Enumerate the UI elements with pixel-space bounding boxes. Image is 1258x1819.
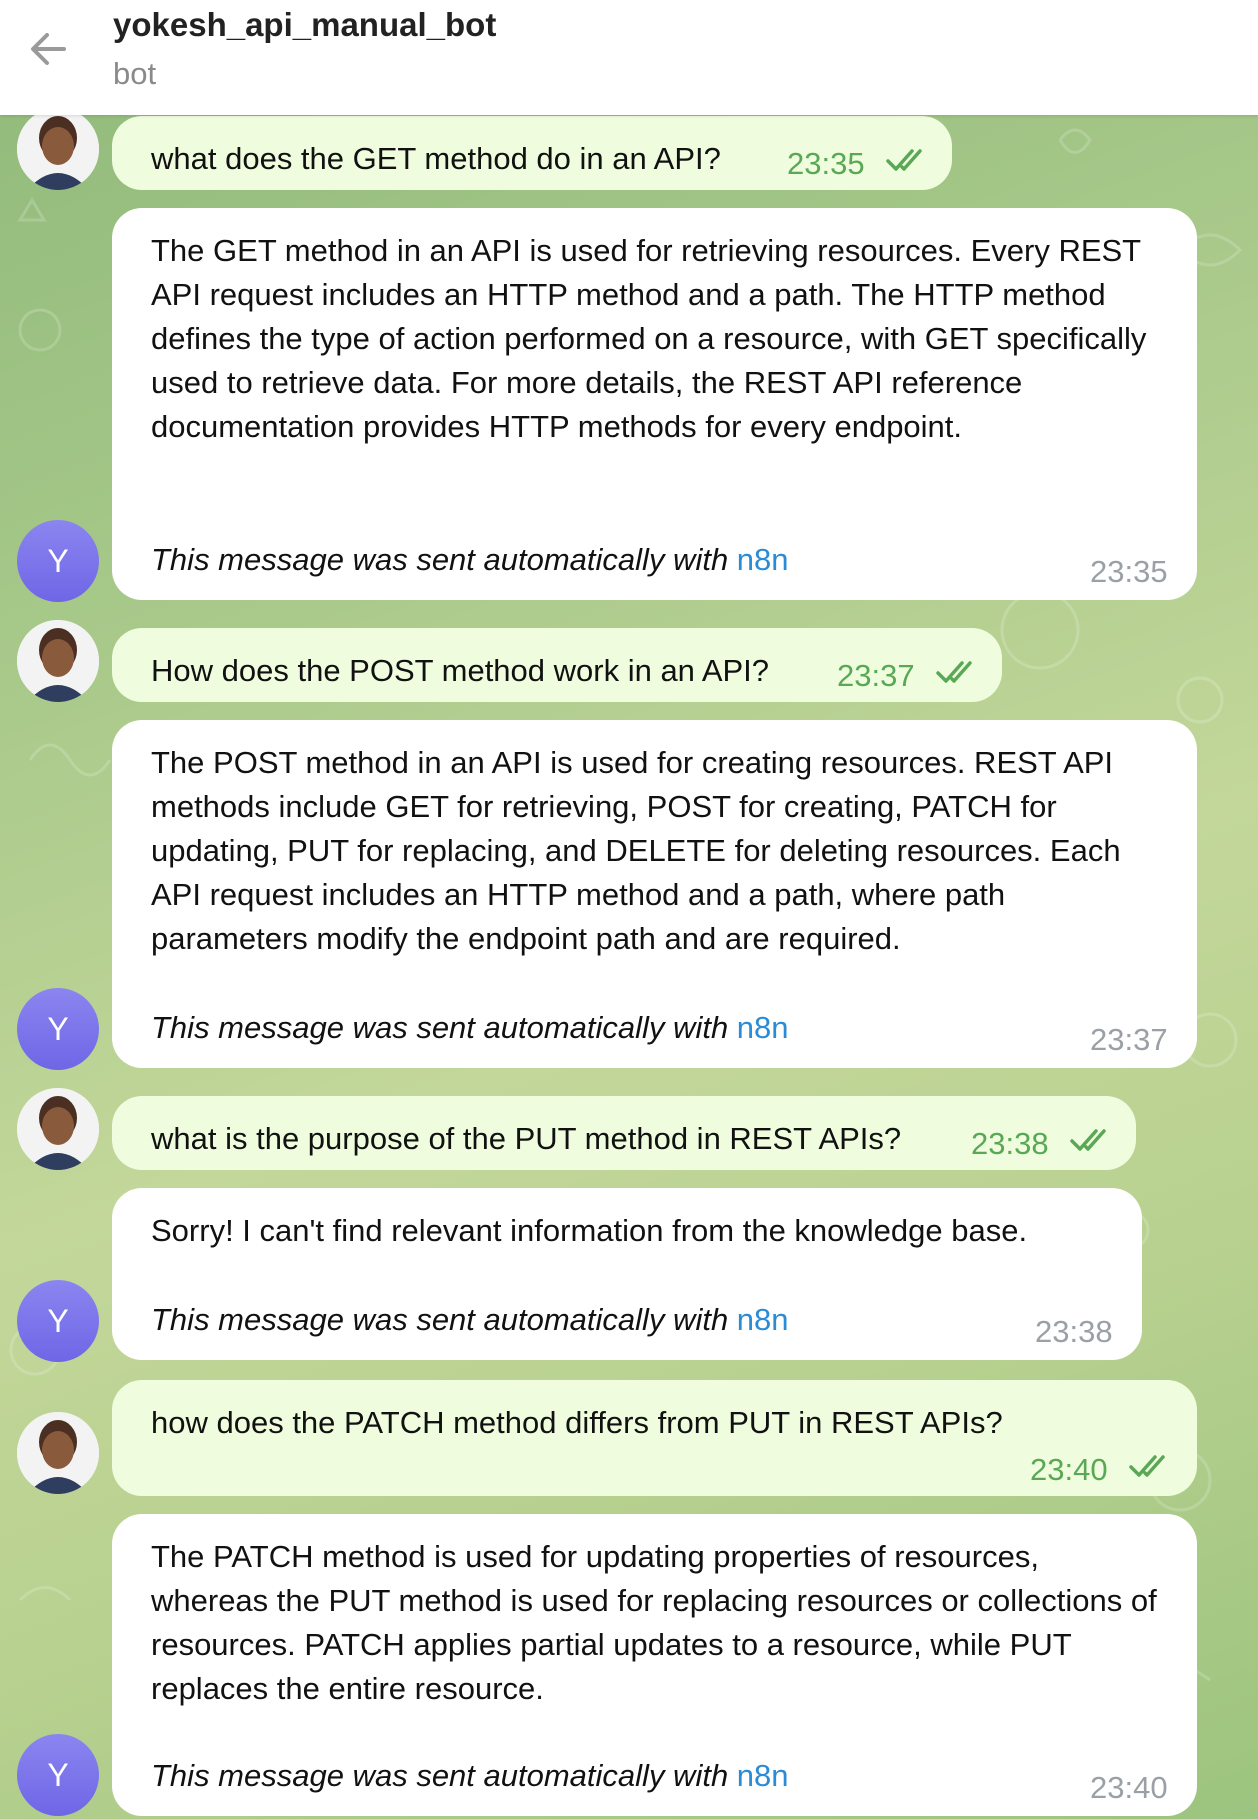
double-check-icon: [1129, 1455, 1165, 1477]
bot-avatar[interactable]: Y: [17, 520, 99, 602]
user-avatar[interactable]: [17, 1412, 99, 1494]
user-photo-icon: [17, 1088, 99, 1170]
message-text: how does the PATCH method differs from P…: [151, 1405, 1003, 1440]
n8n-link[interactable]: n8n: [737, 542, 789, 577]
message-text: The POST method in an API is used for cr…: [151, 745, 1121, 956]
chat-header: yokesh_api_manual_bot bot: [0, 0, 1258, 115]
user-photo-icon: [17, 620, 99, 702]
auto-sent-note: This message was sent automatically with…: [151, 1302, 789, 1337]
message-text: Sorry! I can't find relevant information…: [151, 1213, 1028, 1248]
arrow-left-icon: [31, 33, 66, 65]
message-time: 23:35: [1090, 554, 1168, 589]
message-time: 23:38: [971, 1126, 1049, 1161]
bot-avatar[interactable]: Y: [17, 1280, 99, 1362]
n8n-link[interactable]: n8n: [737, 1758, 789, 1793]
message-time: 23:40: [1030, 1452, 1108, 1487]
message-text: How does the POST method work in an API?: [151, 653, 770, 688]
chat-subtitle: bot: [113, 56, 157, 91]
message-bubble-outgoing: what is the purpose of the PUT method in…: [112, 1096, 1136, 1170]
message-bubble-outgoing: How does the POST method work in an API?…: [112, 628, 1002, 702]
message-bubble-incoming: The GET method in an API is used for ret…: [112, 208, 1197, 600]
auto-sent-note: This message was sent automatically with…: [151, 1758, 789, 1793]
user-photo-icon: [17, 1412, 99, 1494]
message-text: The PATCH method is used for updating pr…: [151, 1539, 1157, 1706]
auto-sent-note: This message was sent automatically with…: [151, 542, 789, 577]
message-bubble-incoming: The PATCH method is used for updating pr…: [112, 1514, 1197, 1816]
message-time: 23:35: [787, 146, 865, 181]
message-bubble-incoming: Sorry! I can't find relevant information…: [112, 1188, 1142, 1360]
message-bubble-outgoing: what does the GET method do in an API? 2…: [112, 116, 952, 190]
message-text: what is the purpose of the PUT method in…: [151, 1121, 902, 1156]
back-button[interactable]: [22, 22, 82, 82]
double-check-icon: [936, 661, 972, 683]
user-photo-icon: [17, 108, 99, 190]
user-avatar[interactable]: [17, 108, 99, 190]
message-bubble-incoming: The POST method in an API is used for cr…: [112, 720, 1197, 1068]
user-avatar[interactable]: [17, 620, 99, 702]
message-text: what does the GET method do in an API?: [151, 141, 721, 176]
n8n-link[interactable]: n8n: [737, 1010, 789, 1045]
n8n-link[interactable]: n8n: [737, 1302, 789, 1337]
chat-title[interactable]: yokesh_api_manual_bot: [113, 6, 496, 44]
message-time: 23:37: [1090, 1022, 1168, 1057]
message-time: 23:40: [1090, 1770, 1168, 1805]
auto-sent-note: This message was sent automatically with…: [151, 1010, 789, 1045]
bot-avatar[interactable]: Y: [17, 1734, 99, 1816]
user-avatar[interactable]: [17, 1088, 99, 1170]
message-time: 23:38: [1035, 1314, 1113, 1349]
double-check-icon: [886, 149, 922, 171]
message-time: 23:37: [837, 658, 915, 693]
double-check-icon: [1070, 1129, 1106, 1151]
bot-avatar[interactable]: Y: [17, 988, 99, 1070]
message-bubble-outgoing: how does the PATCH method differs from P…: [112, 1380, 1197, 1496]
message-text: The GET method in an API is used for ret…: [151, 233, 1147, 444]
